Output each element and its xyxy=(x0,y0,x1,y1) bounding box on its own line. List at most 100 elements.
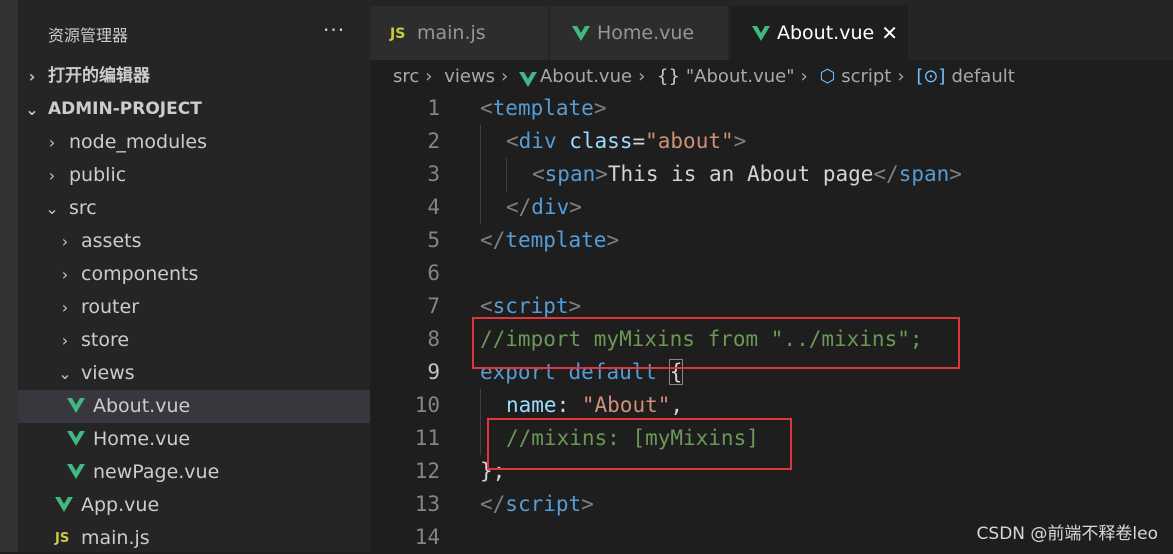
vue-file-icon xyxy=(67,464,85,479)
chevron-right-icon: › xyxy=(28,67,36,86)
chevron-right-icon: › xyxy=(61,265,69,284)
symbol-icon: ⬡ xyxy=(819,66,836,87)
breadcrumb-item-default[interactable]: default xyxy=(951,66,1014,87)
tree-item-home-vue[interactable]: Home.vue xyxy=(18,423,370,456)
tree-item-public[interactable]: › public xyxy=(18,159,370,192)
tree-item-label: newPage.vue xyxy=(93,461,220,483)
chevron-down-icon: ⌄ xyxy=(45,199,59,218)
line-number: 3 xyxy=(427,162,440,186)
tree-item-main-js[interactable]: JS main.js xyxy=(18,522,370,552)
open-editors-label: 打开的编辑器 xyxy=(48,66,150,86)
tree-item-about-vue[interactable]: About.vue xyxy=(18,390,370,423)
tab-label: main.js xyxy=(417,22,486,44)
breadcrumb: src › views › About.vue › {} "About.vue" › ⬡ s… xyxy=(393,62,1021,92)
indent-guide xyxy=(506,158,507,191)
activity-bar xyxy=(0,0,18,552)
tree-item-label: node_modules xyxy=(69,131,208,153)
tree-item-node-modules[interactable]: › node_modules xyxy=(18,126,370,159)
tree-item-views[interactable]: ⌄ views xyxy=(18,357,370,390)
code-line-1: <template> xyxy=(480,96,607,120)
close-icon[interactable]: ✕ xyxy=(881,6,898,60)
line-number: 4 xyxy=(427,195,440,219)
js-file-icon: JS xyxy=(55,531,70,546)
indent-guide xyxy=(480,389,481,455)
vue-file-icon xyxy=(55,497,73,512)
line-number: 14 xyxy=(414,525,440,549)
chevron-right-icon: › xyxy=(48,166,56,185)
js-file-icon: JS xyxy=(390,26,406,42)
breadcrumb-item-views[interactable]: views xyxy=(444,66,495,87)
chevron-right-icon: › xyxy=(61,232,69,251)
breadcrumb-separator: › xyxy=(800,66,808,87)
more-actions-icon[interactable]: ··· xyxy=(323,18,345,42)
tree-item-label: store xyxy=(81,329,130,351)
breadcrumb-item-script[interactable]: script xyxy=(841,66,891,87)
breadcrumb-item-file[interactable]: About.vue xyxy=(540,66,632,87)
chevron-right-icon: › xyxy=(61,331,69,350)
line-number: 8 xyxy=(427,327,440,351)
tree-item-label: public xyxy=(69,164,127,186)
explorer-sidebar: 资源管理器 ··· › 打开的编辑器 ⌄ ADMIN-PROJECT › nod… xyxy=(18,0,370,552)
tree-item-src[interactable]: ⌄ src xyxy=(18,192,370,225)
chevron-down-icon: ⌄ xyxy=(25,100,39,119)
tab-label: Home.vue xyxy=(597,22,695,44)
tree-item-store[interactable]: › store xyxy=(18,324,370,357)
code-line-3: <span>This is an About page</span> xyxy=(532,162,962,186)
code-line-5: </template> xyxy=(480,228,620,252)
tab-main-js[interactable]: JS main.js xyxy=(370,6,548,60)
watermark: CSDN @前端不释卷leo xyxy=(976,524,1158,544)
breadcrumb-separator: › xyxy=(501,66,509,87)
editor-tab-bar: JS main.js Home.vue About.vue ✕ xyxy=(370,0,1173,60)
code-line-2: <div class="about"> xyxy=(506,129,747,153)
line-number: 13 xyxy=(414,492,440,516)
explorer-title: 资源管理器 xyxy=(48,26,129,45)
tab-label: About.vue xyxy=(777,22,875,44)
line-number: 11 xyxy=(414,426,440,450)
tree-item-app-vue[interactable]: App.vue xyxy=(18,489,370,522)
tree-item-label: About.vue xyxy=(93,395,191,417)
chevron-down-icon: ⌄ xyxy=(58,364,72,383)
vue-file-icon xyxy=(752,26,770,41)
tab-home-vue[interactable]: Home.vue xyxy=(550,6,728,60)
tree-item-assets[interactable]: › assets xyxy=(18,225,370,258)
highlight-box-import xyxy=(472,317,960,369)
tree-item-label: router xyxy=(81,296,140,318)
line-number: 1 xyxy=(427,96,440,120)
tree-item-newpage-vue[interactable]: newPage.vue xyxy=(18,456,370,489)
indent-guide xyxy=(480,125,481,224)
line-number: 12 xyxy=(414,459,440,483)
tree-item-label: components xyxy=(81,263,199,285)
line-number: 6 xyxy=(427,261,440,285)
highlight-box-mixins xyxy=(487,418,792,470)
tree-item-components[interactable]: › components xyxy=(18,258,370,291)
open-editors-section[interactable]: › 打开的编辑器 xyxy=(18,60,370,93)
line-number: 7 xyxy=(427,294,440,318)
tree-item-label: App.vue xyxy=(81,494,160,516)
breadcrumb-separator: › xyxy=(897,66,905,87)
tree-item-label: assets xyxy=(81,230,142,252)
breadcrumb-item-src[interactable]: src xyxy=(393,66,419,87)
project-label: ADMIN-PROJECT xyxy=(48,99,202,119)
tree-item-label: Home.vue xyxy=(93,428,191,450)
braces-icon: {} xyxy=(657,66,680,87)
project-section[interactable]: ⌄ ADMIN-PROJECT xyxy=(18,93,370,126)
line-number: 10 xyxy=(414,393,440,417)
line-number-current: 9 xyxy=(427,360,440,384)
code-line-13: </script> xyxy=(480,492,594,516)
breadcrumb-separator: › xyxy=(638,66,646,87)
variable-icon: [⊙] xyxy=(916,66,946,87)
tree-item-router[interactable]: › router xyxy=(18,291,370,324)
breadcrumb-separator: › xyxy=(425,66,433,87)
tree-item-label: src xyxy=(69,197,97,219)
breadcrumb-item-module[interactable]: "About.vue" xyxy=(686,66,795,87)
code-line-4: </div> xyxy=(506,195,582,219)
vue-file-icon xyxy=(572,26,590,41)
line-number: 2 xyxy=(427,129,440,153)
line-number: 5 xyxy=(427,228,440,252)
tree-item-label: main.js xyxy=(81,527,150,549)
chevron-right-icon: › xyxy=(48,133,56,152)
vue-file-icon xyxy=(67,398,85,413)
tab-about-vue[interactable]: About.vue ✕ xyxy=(730,6,908,60)
tree-item-label: views xyxy=(81,362,135,384)
vue-file-icon xyxy=(67,431,85,446)
